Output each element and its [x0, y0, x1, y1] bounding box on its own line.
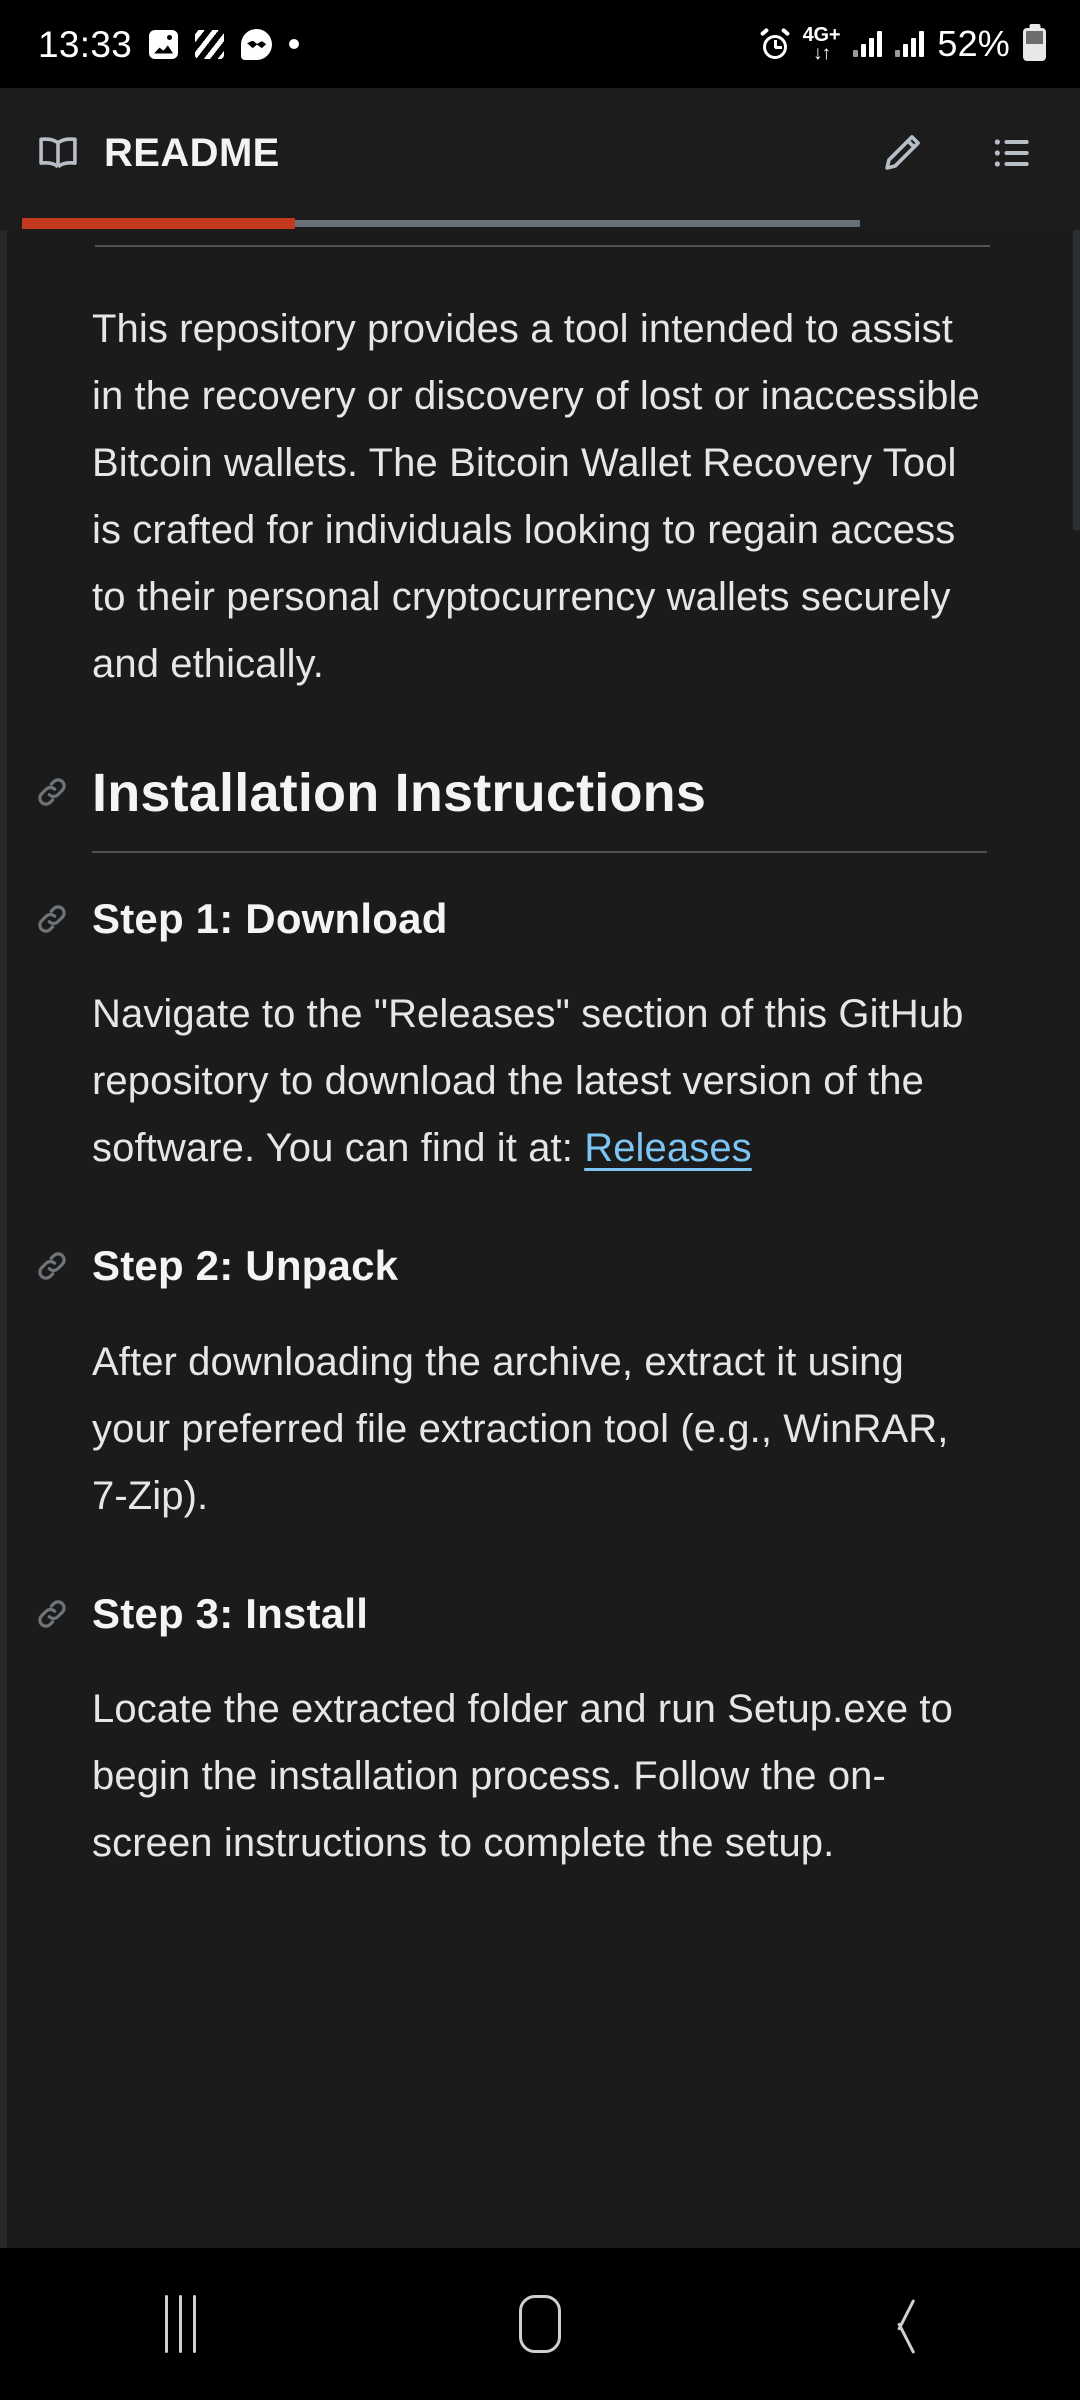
- link-anchor-icon-step-2[interactable]: [34, 1248, 70, 1284]
- link-anchor-icon-step-3[interactable]: [34, 1596, 70, 1632]
- back-button[interactable]: [830, 2274, 970, 2374]
- step-1-body-text: Navigate to the "Releases" section of th…: [92, 992, 964, 1170]
- step-2-body: After downloading the archive, extract i…: [92, 1339, 949, 1518]
- page-title: README: [104, 130, 280, 175]
- battery-icon: [1023, 27, 1046, 61]
- step-1-heading: Step 1: Download: [92, 894, 448, 942]
- step-3-body: Locate the extracted folder and run Setu…: [92, 1687, 953, 1865]
- status-bar: 13:33 4G+ ↓↑ 52%: [0, 0, 1080, 88]
- recents-button[interactable]: [110, 2274, 250, 2374]
- status-bar-left: 13:33: [38, 23, 300, 65]
- status-bar-right: 4G+ ↓↑ 52%: [759, 23, 1046, 65]
- home-button[interactable]: [470, 2274, 610, 2374]
- app-bar-left: README: [36, 131, 280, 176]
- hatched-square-icon: [195, 29, 225, 59]
- step-2-heading: Step 2: Unpack: [92, 1242, 399, 1289]
- link-anchor-icon-step-1[interactable]: [34, 901, 70, 937]
- scrollbar-thumb[interactable]: [1073, 230, 1080, 530]
- home-icon: [519, 2295, 561, 2353]
- back-icon: [883, 2296, 917, 2352]
- network-type-icon: 4G+ ↓↑: [803, 25, 841, 63]
- status-clock: 13:33: [38, 23, 133, 65]
- section-heading: Installation Instructions: [92, 763, 707, 823]
- open-book-icon: [36, 135, 80, 171]
- messenger-icon: [241, 28, 273, 60]
- battery-percent: 52%: [937, 23, 1010, 64]
- app-bar-actions: [878, 129, 1036, 177]
- system-navigation-bar: [0, 2248, 1080, 2400]
- scroll-progress-bar[interactable]: [0, 218, 1080, 230]
- recents-icon: [164, 2295, 196, 2353]
- dot-icon: [289, 39, 300, 49]
- step-2-heading-row: Step 2: Unpack: [38, 1240, 1024, 1293]
- bulleted-list-icon[interactable]: [988, 129, 1036, 177]
- step-3-heading-row: Step 3: Install: [38, 1588, 1024, 1641]
- section-heading-row: Installation Instructions: [38, 760, 1024, 828]
- scroll-progress-fill: [22, 218, 295, 229]
- photo-icon: [149, 29, 179, 59]
- readme-content[interactable]: This repository provides a tool intended…: [0, 230, 1080, 2248]
- app-bar: README: [0, 88, 1080, 218]
- pencil-icon[interactable]: [878, 129, 926, 177]
- link-anchor-icon[interactable]: [34, 774, 70, 810]
- content-left-edge: [0, 230, 7, 2248]
- intro-paragraph: This repository provides a tool intended…: [92, 307, 980, 686]
- signal-bars-icon-2: [895, 31, 925, 57]
- step-3-heading: Step 3: Install: [92, 1589, 369, 1637]
- alarm-icon: [759, 27, 790, 59]
- releases-link[interactable]: Releases: [584, 1126, 752, 1170]
- step-1-heading-row: Step 1: Download: [38, 893, 1024, 946]
- scrollbar[interactable]: [1073, 230, 1080, 2248]
- step-1-body: Navigate to the "Releases" section of th…: [92, 981, 992, 1182]
- network-label: 4G+: [802, 24, 841, 46]
- signal-bars-icon: [853, 31, 883, 57]
- phone-screen: 13:33 4G+ ↓↑ 52% README This repository …: [0, 0, 1080, 2400]
- top-horizontal-rule: [95, 245, 990, 247]
- network-arrows: ↓↑: [812, 43, 831, 64]
